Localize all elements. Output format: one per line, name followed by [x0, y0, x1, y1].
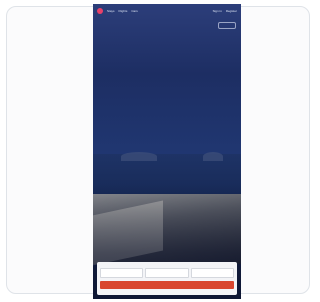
website-screenshot: Stays Flights Cars Sign in Register	[93, 4, 241, 299]
search-button[interactable]	[100, 281, 234, 289]
nav-link[interactable]: Stays	[107, 9, 115, 13]
sign-in-link[interactable]: Sign in	[213, 9, 222, 13]
island-silhouette	[203, 152, 223, 161]
guests-field[interactable]	[190, 268, 234, 278]
brand-logo-icon[interactable]	[97, 8, 103, 14]
register-link[interactable]: Register	[226, 9, 237, 13]
nav-link[interactable]: Flights	[119, 9, 128, 13]
island-silhouette	[121, 152, 157, 161]
destination-field[interactable]	[100, 268, 144, 278]
header-button[interactable]	[218, 22, 236, 29]
search-fields-row	[100, 268, 234, 278]
dates-field[interactable]	[145, 268, 189, 278]
nav-link[interactable]: Cars	[131, 9, 137, 13]
top-nav: Stays Flights Cars Sign in Register	[93, 4, 241, 18]
search-form	[97, 262, 237, 295]
